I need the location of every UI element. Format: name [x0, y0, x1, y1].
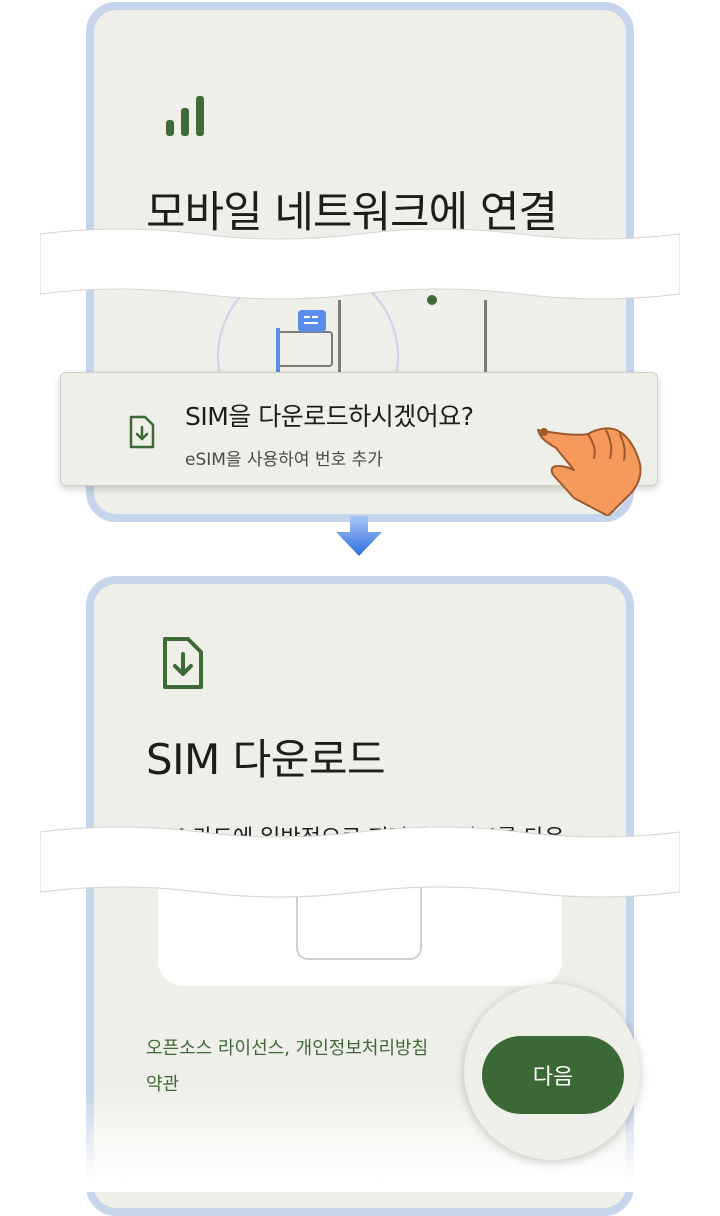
prompt-subtitle: eSIM을 사용하여 번호 추가 — [185, 450, 383, 470]
arrow-down-icon — [336, 516, 382, 556]
prompt-title: SIM을 다운로드하시겠어요? — [185, 402, 474, 431]
license-privacy-link[interactable]: 오픈소스 라이선스, 개인정보처리방침 — [146, 1034, 428, 1060]
break-separator-top — [40, 228, 680, 300]
break-separator-bottom — [40, 826, 680, 898]
sim-download-icon — [163, 637, 203, 689]
pointing-hand-icon — [537, 427, 642, 516]
sim-download-icon — [129, 415, 155, 449]
page-title: SIM 다운로드 — [146, 735, 386, 784]
next-button[interactable]: 다음 — [482, 1036, 624, 1114]
